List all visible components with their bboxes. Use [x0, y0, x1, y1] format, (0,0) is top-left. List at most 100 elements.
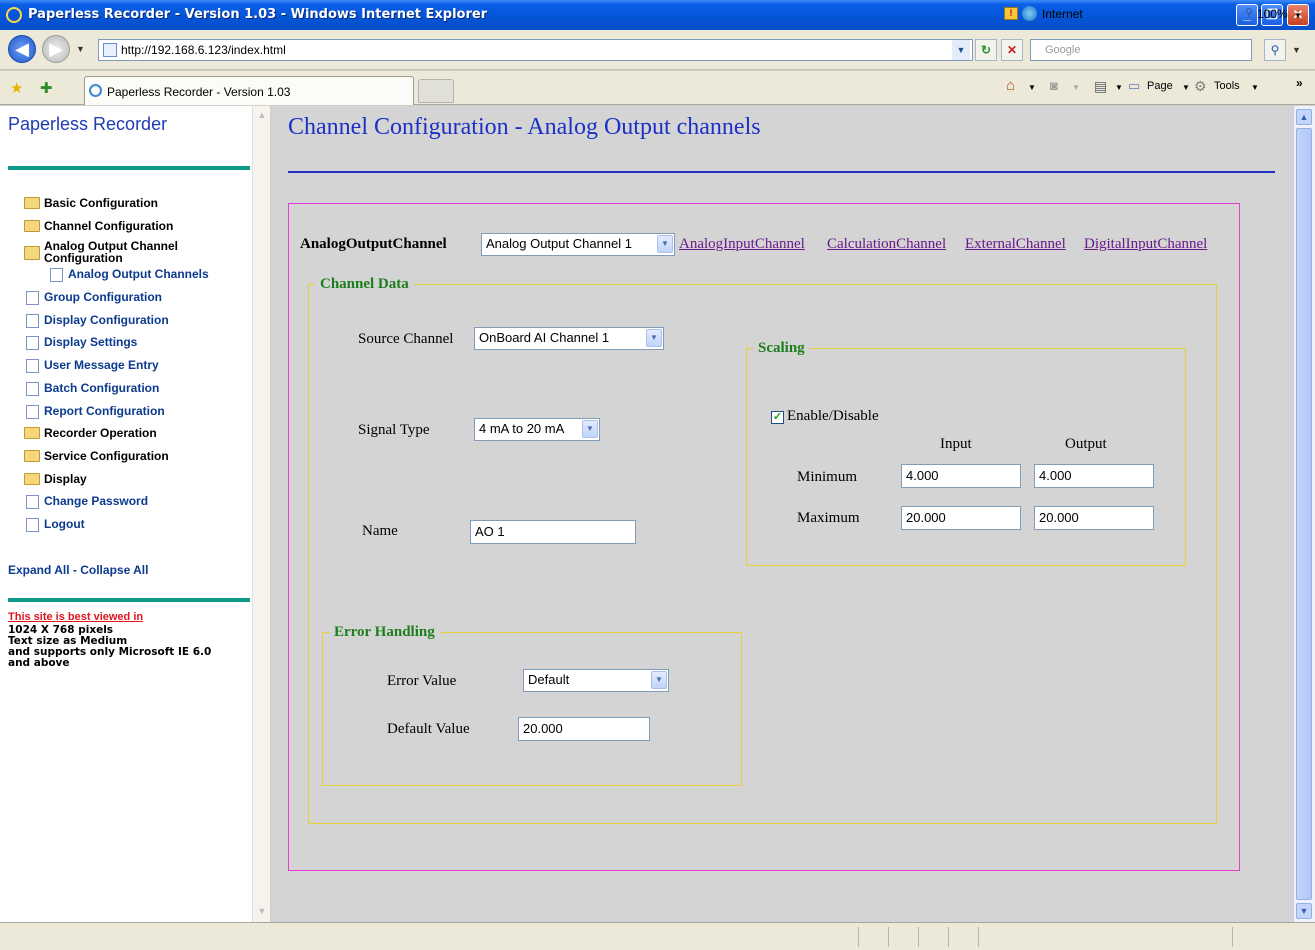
digital-input-channel-link[interactable]: DigitalInputChannel — [1084, 236, 1207, 253]
sidebar-item-group-configuration[interactable]: Group Configuration — [24, 289, 252, 312]
home-icon[interactable]: ⌂ — [1006, 77, 1015, 94]
error-value-value: Default — [528, 672, 570, 687]
error-value-select[interactable]: Default ▼ — [523, 669, 669, 692]
sidebar-item-label: Recorder Operation — [44, 426, 157, 441]
minimum-input-field[interactable]: 4.000 — [901, 464, 1021, 488]
page-icon — [26, 359, 39, 374]
content-scrollbar[interactable]: ▲ ▼ — [1293, 106, 1315, 922]
channel-select-value: Analog Output Channel 1 — [486, 236, 632, 251]
sidebar-item-change-password[interactable]: Change Password — [24, 493, 252, 516]
title-divider — [288, 171, 1275, 173]
sidebar-item-batch-configuration[interactable]: Batch Configuration — [24, 380, 252, 403]
folder-icon — [24, 472, 40, 485]
nav-scrollbar[interactable]: ▲ ▼ — [252, 106, 270, 922]
channel-select[interactable]: Analog Output Channel 1 ▼ — [481, 233, 675, 256]
search-placeholder: Google — [1045, 44, 1081, 56]
back-button[interactable]: ◀ — [8, 35, 36, 63]
stop-button[interactable]: ✕ — [1001, 39, 1023, 61]
divider — [8, 598, 250, 602]
sidebar-item-display-settings[interactable]: Display Settings — [24, 334, 252, 357]
input-column-header: Input — [940, 436, 972, 452]
chevron-down-icon: ▼ — [582, 420, 598, 438]
tab-label: Paperless Recorder - Version 1.03 — [107, 85, 291, 99]
sidebar-item-basic-configuration[interactable]: Basic Configuration — [24, 195, 252, 218]
scroll-up-icon[interactable]: ▲ — [256, 110, 268, 122]
sidebar-item-label: Channel Configuration — [44, 218, 174, 233]
home-dropdown-icon[interactable]: ▼ — [1028, 83, 1036, 92]
folder-icon — [24, 449, 40, 462]
sidebar-item-label: Display — [44, 471, 87, 486]
window-titlebar: Paperless Recorder - Version 1.03 - Wind… — [0, 0, 1315, 30]
status-bar — [0, 922, 1315, 950]
source-channel-select[interactable]: OnBoard AI Channel 1 ▼ — [474, 327, 664, 350]
channel-type-label: AnalogOutputChannel — [300, 236, 447, 252]
new-tab-button[interactable] — [418, 79, 454, 103]
resize-grip-icon[interactable]: ⋰ — [1302, 14, 1311, 25]
address-dropdown-icon[interactable]: ▼ — [952, 40, 970, 60]
analog-input-channel-link[interactable]: AnalogInputChannel — [679, 236, 805, 253]
channel-data-legend: Channel Data — [320, 276, 409, 292]
sidebar-item-logout[interactable]: Logout — [24, 516, 252, 539]
status-divider — [948, 927, 949, 947]
page-dropdown-icon[interactable]: ▼ — [1182, 83, 1190, 92]
sidebar-item-recorder-operation[interactable]: Recorder Operation — [24, 425, 252, 448]
window-title: Paperless Recorder - Version 1.03 - Wind… — [28, 7, 488, 22]
search-input[interactable]: Google — [1030, 39, 1252, 61]
default-value-field[interactable]: 20.000 — [518, 717, 650, 741]
feeds-icon[interactable]: ◙ — [1050, 78, 1058, 93]
name-field[interactable]: AO 1 — [470, 520, 636, 544]
sidebar-item-display[interactable]: Display — [24, 471, 252, 494]
maximum-output-field[interactable]: 20.000 — [1034, 506, 1154, 530]
security-zone: Internet — [1042, 7, 1083, 21]
print-dropdown-icon[interactable]: ▼ — [1115, 83, 1123, 92]
search-icon[interactable]: ⚲ — [1264, 39, 1286, 61]
folder-icon — [24, 197, 40, 209]
external-channel-link[interactable]: ExternalChannel — [965, 236, 1066, 253]
protected-mode-icon[interactable]: ! — [1004, 7, 1018, 20]
scroll-up-icon[interactable]: ▲ — [1296, 109, 1312, 125]
enable-checkbox[interactable]: ✓ — [771, 411, 784, 424]
zoom-level[interactable]: 100% — [1257, 7, 1288, 21]
history-dropdown-icon[interactable]: ▼ — [76, 44, 85, 54]
scroll-down-icon[interactable]: ▼ — [1296, 903, 1312, 919]
chevron-more-icon[interactable]: » — [1296, 76, 1303, 90]
zoom-dropdown-icon[interactable]: ▼ — [1294, 11, 1302, 20]
sidebar-item-channel-configuration[interactable]: Channel Configuration — [24, 218, 252, 241]
feeds-dropdown-icon[interactable]: ▼ — [1072, 83, 1080, 92]
sidebar-item-report-configuration[interactable]: Report Configuration — [24, 403, 252, 426]
refresh-button[interactable]: ↻ — [975, 39, 997, 61]
forward-button[interactable]: ▶ — [42, 35, 70, 63]
maximum-input-field[interactable]: 20.000 — [901, 506, 1021, 530]
sidebar-item-service-configuration[interactable]: Service Configuration — [24, 448, 252, 471]
sidebar-item-label: Service Configuration — [44, 448, 169, 463]
sidebar-item-label: Display Configuration — [44, 312, 169, 327]
expand-collapse-link[interactable]: Expand All - Collapse All — [8, 563, 148, 577]
viewing-note-link[interactable]: This site is best viewed in — [8, 611, 143, 623]
ie-logo-icon — [6, 7, 22, 23]
search-dropdown-icon[interactable]: ▼ — [1292, 45, 1301, 55]
tab-active[interactable]: Paperless Recorder - Version 1.03 — [84, 76, 414, 105]
sidebar-item-display-configuration[interactable]: Display Configuration — [24, 312, 252, 335]
internet-zone-icon — [1022, 6, 1037, 21]
sidebar-item-user-message-entry[interactable]: User Message Entry — [24, 357, 252, 380]
address-input[interactable]: http://192.168.6.123/index.html — [98, 39, 973, 61]
scroll-down-icon[interactable]: ▼ — [256, 906, 268, 918]
chevron-down-icon: ▼ — [651, 671, 667, 689]
minimum-output-field[interactable]: 4.000 — [1034, 464, 1154, 488]
signal-type-label: Signal Type — [358, 422, 430, 438]
favorites-star-icon[interactable]: ★ — [10, 79, 23, 97]
add-favorites-icon[interactable]: ✚ — [40, 79, 53, 97]
signal-type-select[interactable]: 4 mA to 20 mA ▼ — [474, 418, 600, 441]
page-icon — [103, 43, 117, 57]
nav-tree: Basic Configuration Channel Configuratio… — [24, 195, 252, 539]
calculation-channel-link[interactable]: CalculationChannel — [827, 236, 946, 253]
sidebar-item-label: Change Password — [44, 494, 149, 509]
sidebar-item-analog-output-channels[interactable]: Analog Output Channels — [48, 266, 252, 289]
print-icon[interactable]: ▤ — [1094, 78, 1107, 95]
sidebar-item-label: Group Configuration — [44, 290, 162, 305]
tools-menu-button[interactable]: Tools — [1214, 80, 1240, 92]
page-menu-button[interactable]: Page — [1147, 80, 1173, 92]
tools-dropdown-icon[interactable]: ▼ — [1251, 83, 1259, 92]
scroll-thumb[interactable] — [1296, 128, 1312, 900]
status-divider — [1232, 927, 1233, 947]
